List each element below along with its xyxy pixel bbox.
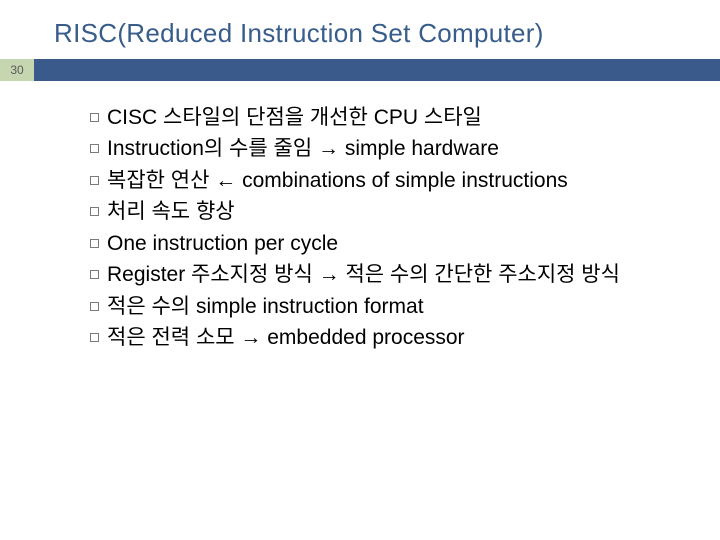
square-bullet-icon (90, 333, 99, 342)
list-item: One instruction per cycle (90, 229, 680, 259)
slide: RISC(Reduced Instruction Set Computer) 3… (0, 0, 720, 540)
page-number: 30 (0, 59, 34, 81)
list-item-text: CISC 스타일의 단점을 개선한 CPU 스타일 (107, 103, 680, 133)
list-item-text: 적은 전력 소모 → embedded processor (107, 323, 680, 353)
slide-title: RISC(Reduced Instruction Set Computer) (0, 0, 720, 59)
square-bullet-icon (90, 302, 99, 311)
list-item: CISC 스타일의 단점을 개선한 CPU 스타일 (90, 103, 680, 133)
square-bullet-icon (90, 176, 99, 185)
square-bullet-icon (90, 144, 99, 153)
content-area: CISC 스타일의 단점을 개선한 CPU 스타일 Instruction의 수… (0, 81, 720, 354)
list-item: 처리 속도 향상 (90, 197, 680, 227)
header-band: 30 (0, 59, 720, 81)
header-band-fill (34, 59, 720, 81)
list-item: Register 주소지정 방식 → 적은 수의 간단한 주소지정 방식 (90, 260, 680, 290)
list-item-text: One instruction per cycle (107, 229, 680, 259)
list-item-text: 복잡한 연산 ← combinations of simple instruct… (107, 166, 680, 196)
list-item: 적은 전력 소모 → embedded processor (90, 323, 680, 353)
square-bullet-icon (90, 207, 99, 216)
list-item: Instruction의 수를 줄임 → simple hardware (90, 134, 680, 164)
list-item-text: 적은 수의 simple instruction format (107, 292, 680, 322)
list-item: 복잡한 연산 ← combinations of simple instruct… (90, 166, 680, 196)
list-item-text: 처리 속도 향상 (107, 197, 680, 227)
square-bullet-icon (90, 270, 99, 279)
list-item-text: Register 주소지정 방식 → 적은 수의 간단한 주소지정 방식 (107, 260, 680, 290)
list-item: 적은 수의 simple instruction format (90, 292, 680, 322)
square-bullet-icon (90, 113, 99, 122)
list-item-text: Instruction의 수를 줄임 → simple hardware (107, 134, 680, 164)
square-bullet-icon (90, 239, 99, 248)
